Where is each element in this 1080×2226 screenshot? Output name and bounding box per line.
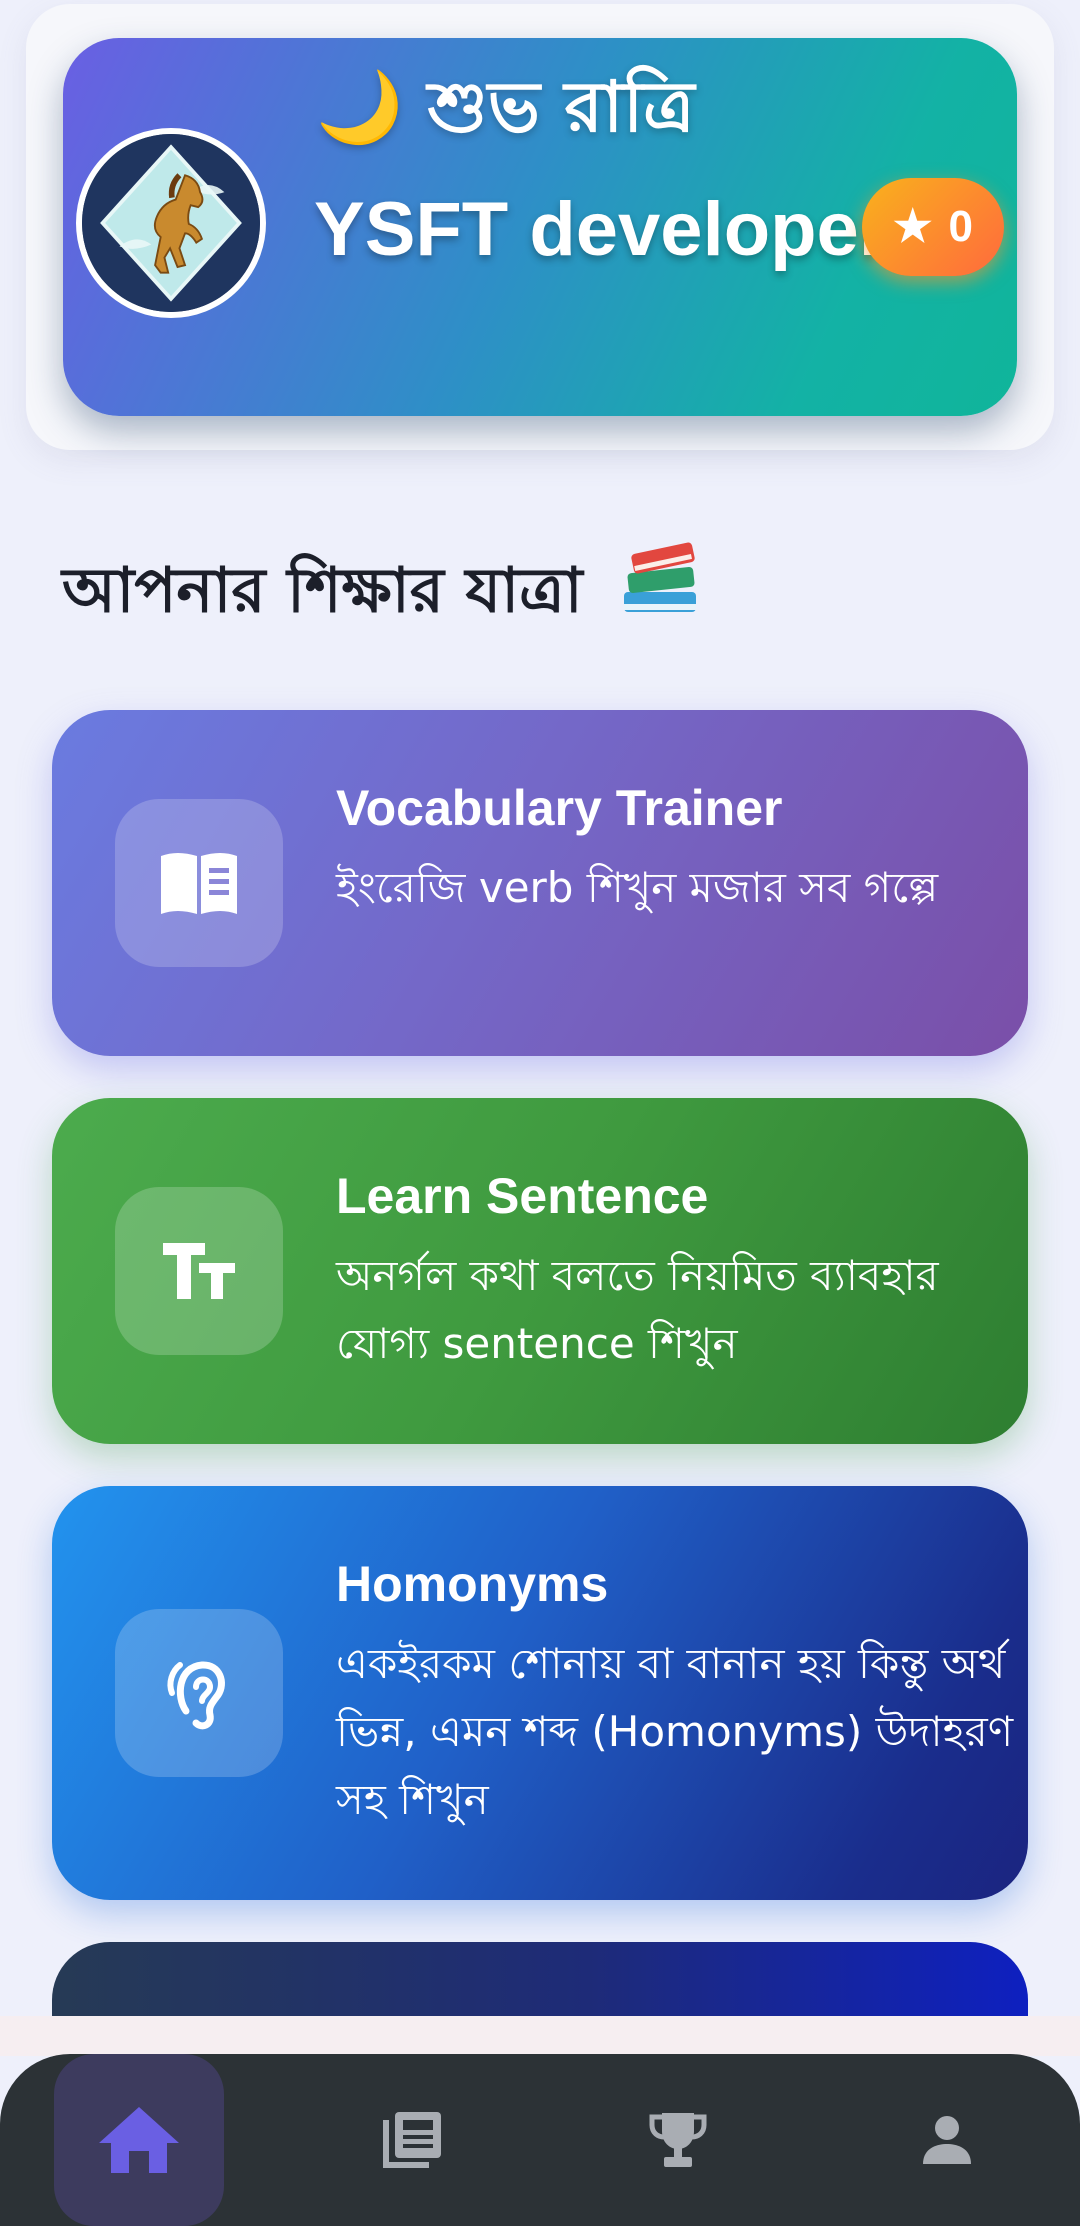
homonyms-card[interactable]: Homonyms একইরকম শোনায় বা বানান হয় কিন্… [52,1486,1028,1900]
bottom-divider [0,2016,1080,2056]
nav-leaderboard-button[interactable] [593,2054,763,2226]
points-value: 0 [948,202,973,251]
card-title: Vocabulary Trainer [336,780,783,836]
card-description: ইংরেজি verb শিখুন মজার সব গল্পে [336,863,939,912]
vocabulary-trainer-card[interactable]: Vocabulary Trainer ইংরেজি verb শিখুন মজা… [52,710,1028,1056]
card-title: Learn Sentence [336,1168,709,1224]
ear-icon [167,1661,225,1730]
nav-home-button[interactable] [54,2054,224,2226]
card-icon-container [115,799,283,967]
newspaper-icon [383,2112,441,2168]
card-icon-container [115,1187,283,1355]
nav-profile-button[interactable] [862,2054,1032,2226]
card-description: একইরকম শোনায় বা বানান হয় কিন্তু অর্থ ভ… [336,1639,1014,1824]
avatar[interactable] [76,128,266,318]
horse-avatar-icon [82,134,260,312]
section-title-text: আপনার শিক্ষার যাত্রা [62,553,583,627]
learn-sentence-card[interactable]: Learn Sentence অনর্গল কথা বলতে নিয়মিত ব… [52,1098,1028,1444]
section-title: আপনার শিক্ষার যাত্রা [62,540,702,649]
star-icon: ★ [893,202,933,251]
book-open-icon [161,853,237,914]
books-icon [618,540,702,649]
text-size-icon [163,1243,235,1299]
card-description: অনর্গল কথা বলতে নিয়মিত ব্যাবহার যোগ্য s… [336,1251,939,1368]
greeting-text: 🌙 শুভ রাত্রি [316,66,695,148]
username: YSFT developer [314,187,889,272]
card-title: Homonyms [336,1556,609,1612]
person-icon [923,2116,971,2164]
nav-lessons-button[interactable] [327,2054,497,2226]
trophy-icon [649,2113,707,2167]
home-icon [99,2107,179,2173]
card-icon-container [115,1609,283,1777]
bottom-navigation [0,2054,1080,2226]
points-badge[interactable]: ★ 0 [862,178,1004,276]
